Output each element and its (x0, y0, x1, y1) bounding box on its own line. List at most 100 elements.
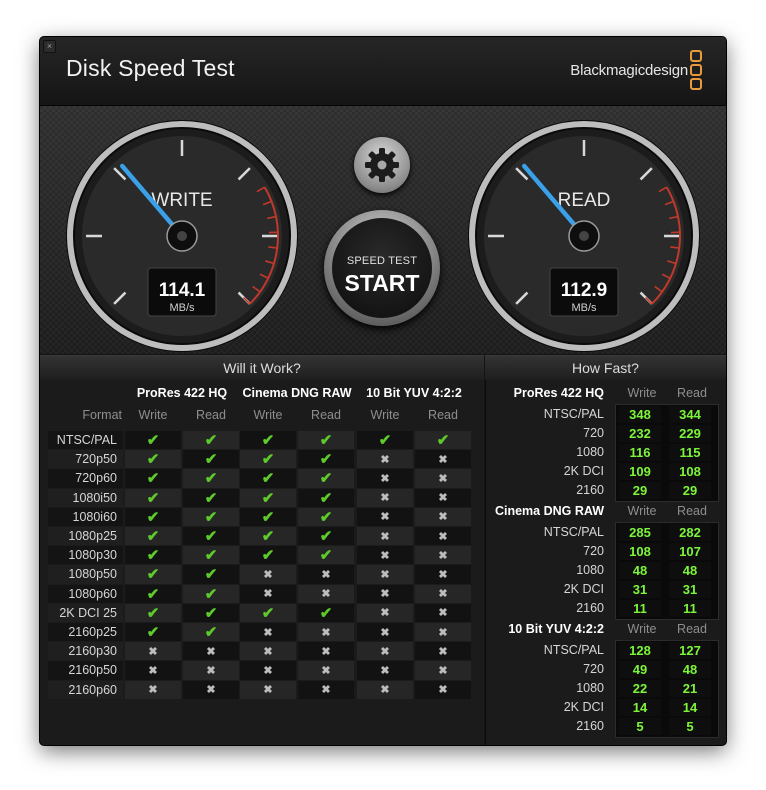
cross-icon: ✖ (438, 588, 448, 601)
settings-button[interactable] (354, 137, 410, 193)
compat-cell: ✖ (357, 642, 413, 661)
compat-cell: ✖ (125, 661, 181, 680)
close-button[interactable]: × (43, 40, 56, 53)
check-icon: ✔ (319, 432, 333, 450)
check-icon: ✔ (378, 432, 392, 450)
cross-icon: ✖ (380, 492, 390, 505)
check-icon: ✔ (261, 432, 275, 450)
cross-icon: ✖ (438, 511, 448, 524)
check-icon: ✔ (204, 604, 218, 622)
speed-row-label: 2K DCI (563, 464, 604, 478)
compat-cell: ✔ (240, 527, 296, 546)
check-icon: ✔ (204, 432, 218, 450)
start-button-face: SPEED TEST START (332, 218, 432, 318)
cross-icon: ✖ (380, 472, 390, 485)
compat-cell: ✔ (240, 469, 296, 488)
compat-cell: ✔ (415, 431, 471, 450)
cross-icon: ✖ (321, 568, 331, 581)
speed-value: 21 (669, 680, 711, 697)
cross-icon: ✖ (380, 568, 390, 581)
compat-cell: ✖ (240, 642, 296, 661)
compat-cell: ✔ (125, 431, 181, 450)
write-read-subheader: Write (627, 504, 657, 518)
speed-row-label: 2160 (576, 483, 604, 497)
speed-row-label: NTSC/PAL (543, 525, 604, 539)
compat-cell: ✖ (357, 680, 413, 699)
format-row-label: 1080p50 (68, 567, 117, 582)
check-icon: ✔ (146, 566, 160, 584)
compat-cell: ✖ (357, 584, 413, 603)
check-icon: ✔ (319, 604, 333, 622)
check-icon: ✔ (436, 432, 450, 450)
compat-cell: ✖ (415, 450, 471, 469)
check-icon: ✔ (146, 432, 160, 450)
format-row-label: 2160p60 (68, 682, 117, 697)
check-icon: ✔ (261, 604, 275, 622)
cross-icon: ✖ (438, 492, 448, 505)
will-it-work-table: ProRes 422 HQ Cinema DNG RAW 10 Bit YUV 4:… (40, 380, 484, 745)
compat-cell: ✖ (415, 469, 471, 488)
compat-cell: ✔ (298, 507, 354, 526)
speed-value: 108 (669, 463, 711, 480)
check-icon: ✔ (261, 528, 275, 546)
compat-cell: ✖ (357, 661, 413, 680)
brand-name: Blackmagicdesign (570, 62, 688, 79)
compat-cell: ✔ (183, 431, 239, 450)
write-read-subheader: Read (677, 386, 707, 400)
check-icon: ✔ (204, 585, 218, 603)
cross-icon: ✖ (438, 684, 448, 697)
compat-cell: ✔ (240, 507, 296, 526)
cross-icon: ✖ (380, 588, 390, 601)
speed-value: 11 (669, 600, 711, 617)
compat-cell: ✖ (298, 623, 354, 642)
compat-cell: ✖ (125, 642, 181, 661)
compat-cell: ✔ (125, 488, 181, 507)
speed-value: 282 (669, 524, 711, 541)
start-button[interactable]: SPEED TEST START (324, 210, 440, 326)
speed-value: 344 (669, 406, 711, 423)
cross-icon: ✖ (148, 664, 158, 677)
cross-icon: ✖ (321, 684, 331, 697)
compat-cell: ✔ (125, 546, 181, 565)
compat-cell: ✔ (183, 565, 239, 584)
compat-cell: ✔ (240, 450, 296, 469)
write-read-subheader: Read (311, 408, 341, 422)
cross-icon: ✖ (321, 626, 331, 639)
write-read-subheader: Read (196, 408, 226, 422)
speed-value: 11 (619, 600, 661, 617)
compat-cell: ✔ (183, 623, 239, 642)
check-icon: ✔ (319, 489, 333, 507)
format-row-label: 2160p30 (68, 644, 117, 659)
compat-cell: ✔ (298, 488, 354, 507)
speed-row-label: NTSC/PAL (543, 643, 604, 657)
cross-icon: ✖ (438, 568, 448, 581)
write-read-subheader: Read (677, 622, 707, 636)
check-icon: ✔ (319, 528, 333, 546)
title-bar: × Disk Speed Test Blackmagicdesign (40, 37, 726, 106)
compat-cell: ✖ (415, 661, 471, 680)
speed-value: 48 (669, 562, 711, 579)
speed-value: 22 (619, 680, 661, 697)
check-icon: ✔ (146, 528, 160, 546)
speed-row-label: 2160 (576, 601, 604, 615)
cross-icon: ✖ (438, 472, 448, 485)
check-icon: ✔ (146, 585, 160, 603)
compat-cell: ✔ (298, 431, 354, 450)
compat-cell: ✔ (183, 507, 239, 526)
cross-icon: ✖ (263, 626, 273, 639)
format-row-label: NTSC/PAL (56, 433, 117, 447)
cross-icon: ✖ (438, 549, 448, 562)
compat-cell: ✔ (183, 584, 239, 603)
format-row-label: 1080p60 (68, 586, 117, 601)
compat-cell: ✖ (240, 584, 296, 603)
cross-icon: ✖ (380, 626, 390, 639)
check-icon: ✔ (319, 451, 333, 469)
write-read-subheader: Read (677, 504, 707, 518)
speed-row-label: 2K DCI (563, 700, 604, 714)
cross-icon: ✖ (321, 588, 331, 601)
speed-value: 127 (669, 642, 711, 659)
compat-cell: ✖ (415, 623, 471, 642)
check-icon: ✔ (204, 508, 218, 526)
compat-cell: ✔ (240, 488, 296, 507)
compat-cell: ✔ (183, 546, 239, 565)
